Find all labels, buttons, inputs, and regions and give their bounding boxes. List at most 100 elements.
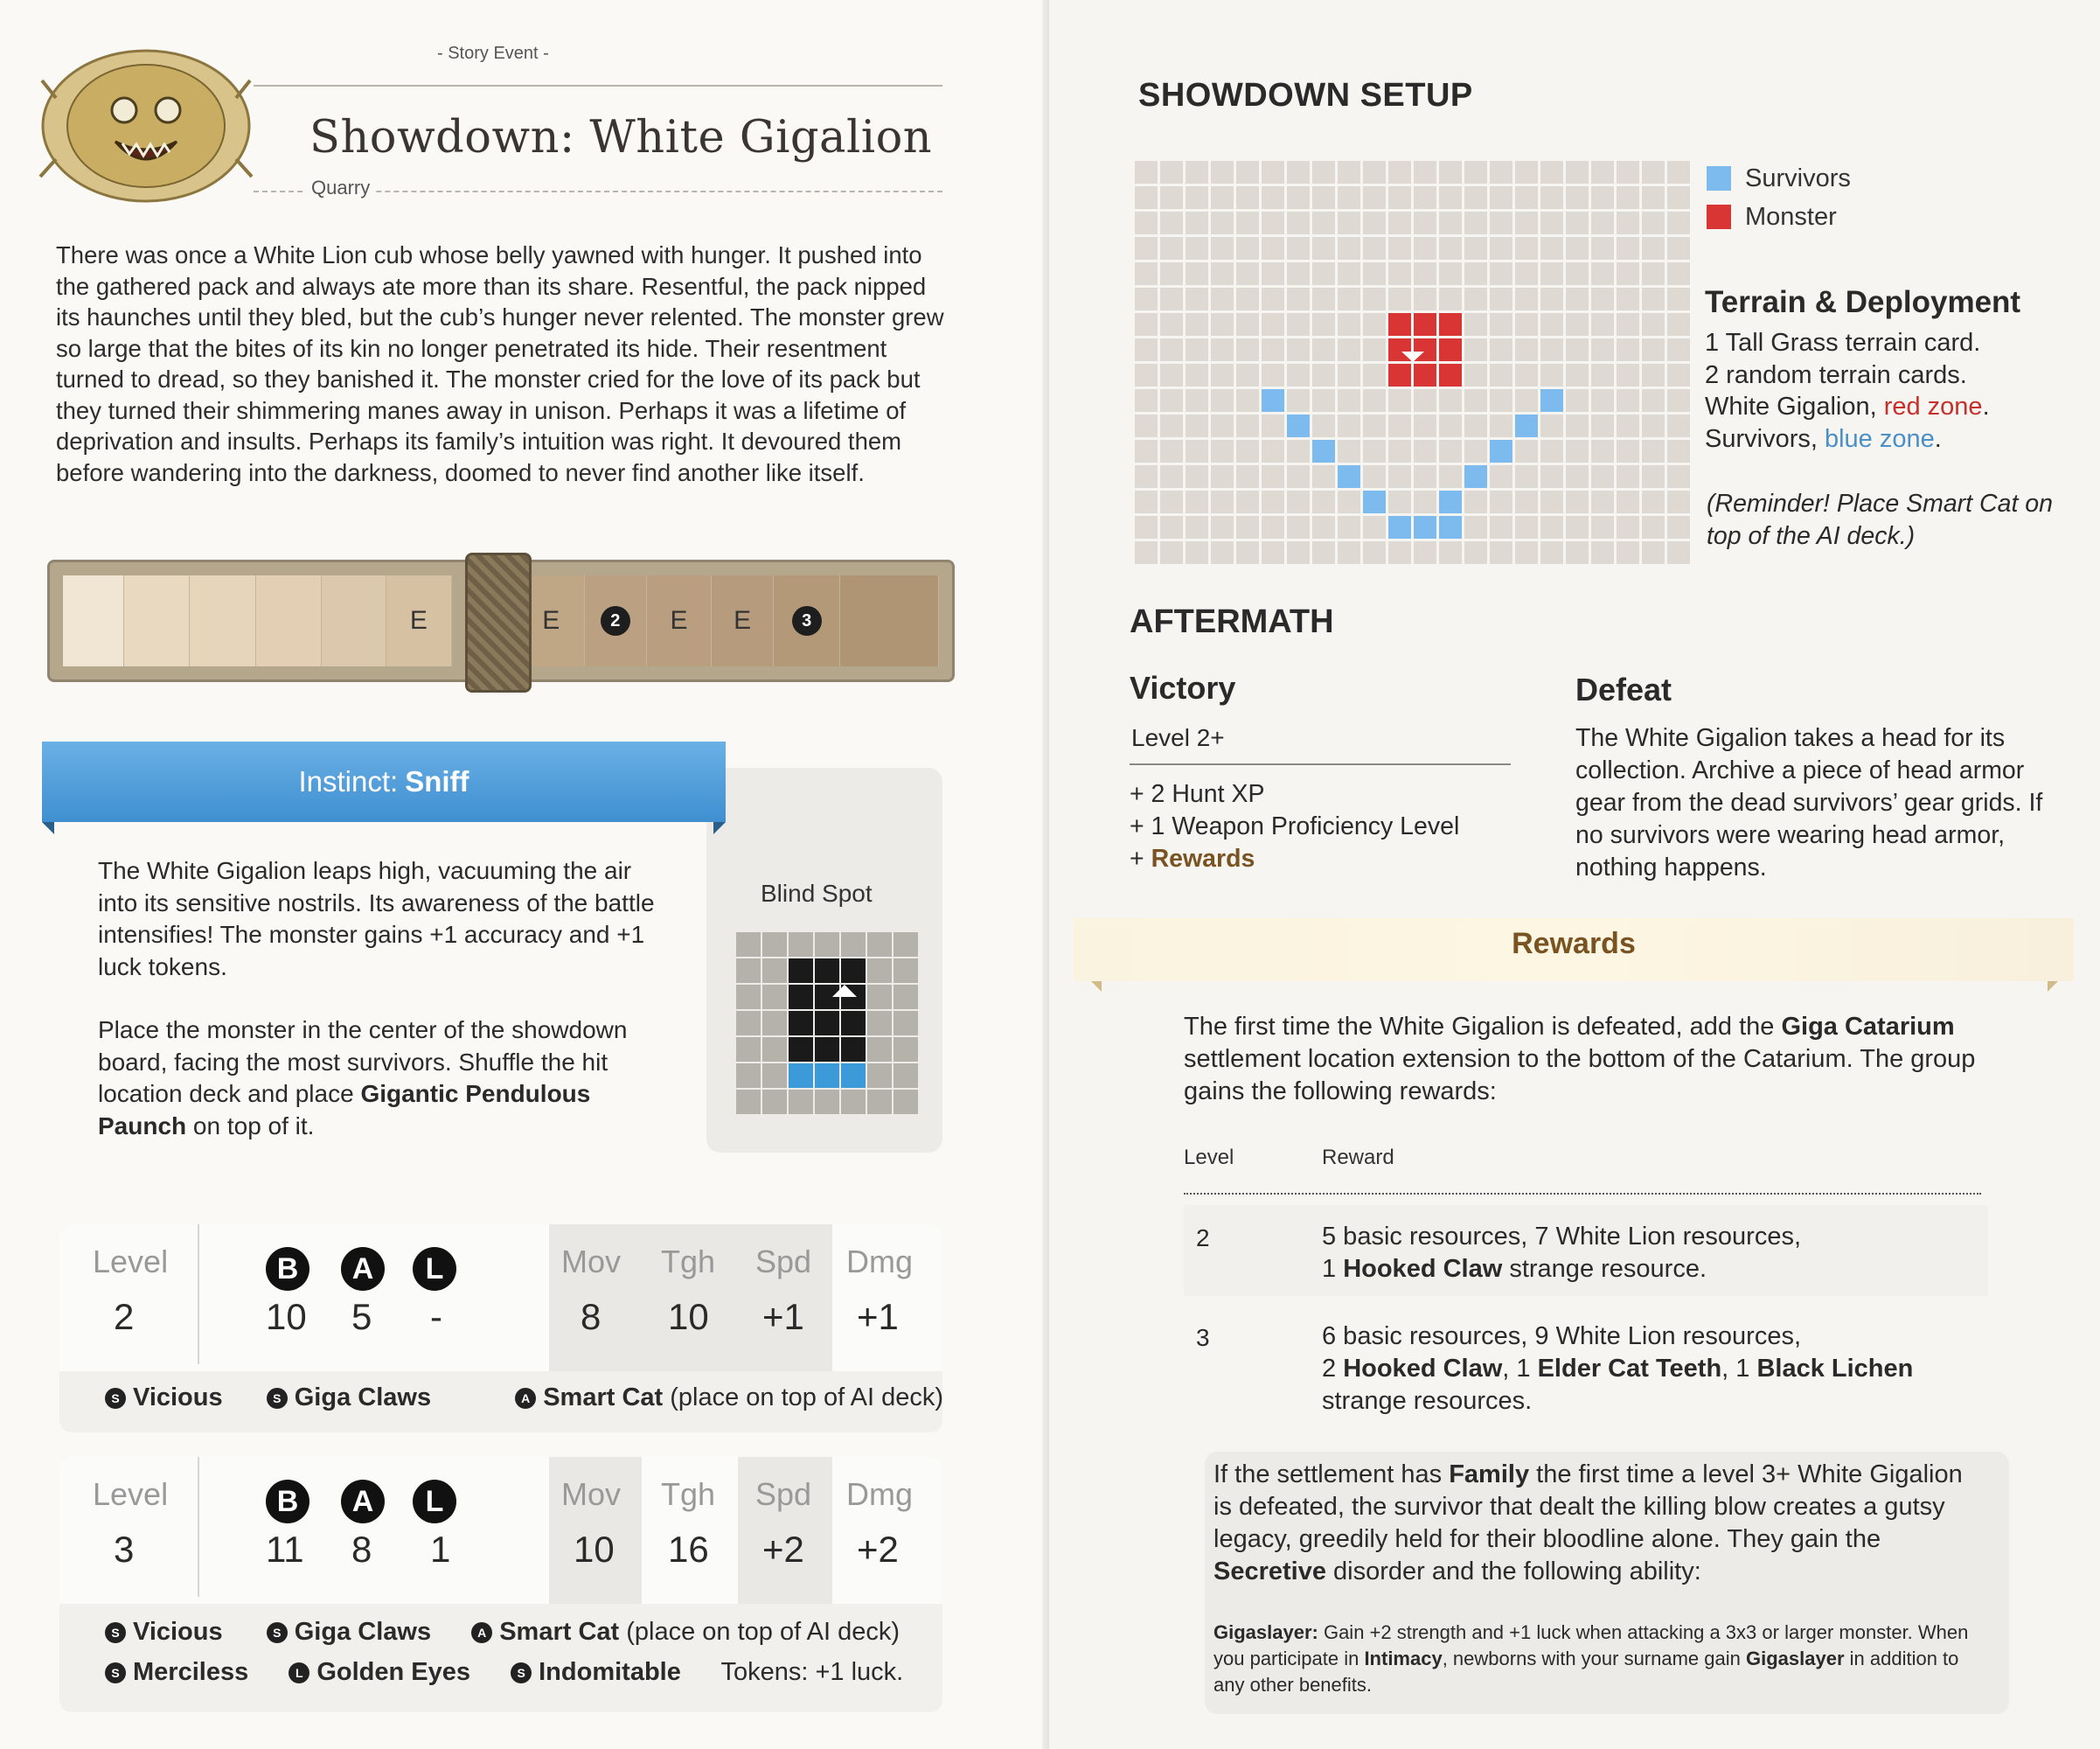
grid-cell — [867, 985, 892, 1009]
board-cell — [1540, 313, 1563, 336]
board-cell — [1642, 262, 1665, 285]
hunt-space — [839, 575, 939, 666]
trait-smart-cat-note: (place on top of AI deck) — [663, 1383, 944, 1411]
spd-value: +2 — [762, 1529, 804, 1570]
board-cell — [1515, 516, 1538, 539]
board-cell — [1363, 440, 1386, 463]
board-cell — [1439, 440, 1462, 463]
trait-l-icon: L — [289, 1662, 310, 1683]
board-cell — [1312, 491, 1335, 513]
board-cell — [1236, 186, 1259, 209]
table-header-level: Level — [1184, 1146, 1234, 1169]
board-cell — [1490, 288, 1512, 310]
board-cell — [1490, 364, 1512, 387]
page-title: Showdown: White Gigalion — [309, 112, 933, 164]
legend-survivors-label: Survivors — [1745, 164, 1851, 192]
l-icon: L — [413, 1247, 456, 1291]
board-cell — [1363, 541, 1386, 564]
board-cell — [1490, 186, 1512, 209]
instinct-section: Instinct: Sniff The White Gigalion leaps… — [42, 742, 942, 1153]
blind-spot-cell — [789, 1063, 813, 1088]
terrain-line-2: 2 random terrain cards. — [1705, 360, 1967, 389]
level-3-traits-row-1: S Vicious S Giga Claws A Smart Cat (place o… — [105, 1618, 900, 1647]
reward-level: 2 — [1196, 1224, 1210, 1251]
board-cell — [1439, 389, 1462, 412]
board-cell — [1566, 465, 1589, 488]
board-cell — [1439, 288, 1462, 310]
spd-value: +1 — [762, 1296, 804, 1337]
board-cell — [1211, 415, 1234, 437]
board-cell — [1135, 541, 1158, 564]
board-cell — [1338, 288, 1360, 310]
trait-a-icon: A — [471, 1622, 493, 1643]
board-cell — [1262, 313, 1284, 336]
board-cell — [1160, 288, 1183, 310]
board-cell — [1667, 415, 1690, 437]
trait-vicious: Vicious — [133, 1618, 223, 1646]
board-cell — [1312, 338, 1335, 361]
board-cell — [1464, 389, 1487, 412]
board-cell — [1566, 212, 1589, 234]
board-cell — [1262, 516, 1284, 539]
banner-tail-left — [42, 822, 54, 834]
right-page: SHOWDOWN SETUP Survivors Monster Terrain… — [1049, 0, 2100, 1749]
board-cell — [1186, 262, 1208, 285]
board-cell — [1160, 389, 1183, 412]
board-cell — [1464, 415, 1487, 437]
monster-swatch — [1707, 205, 1731, 229]
board-cell — [1617, 262, 1639, 285]
board-cell — [1186, 389, 1208, 412]
board-cell — [1540, 541, 1563, 564]
survivor-zone-cell — [1312, 440, 1335, 463]
board-cell — [1515, 313, 1538, 336]
board-cell — [1262, 440, 1284, 463]
grid-cell — [762, 932, 787, 957]
board-cell — [1135, 465, 1158, 488]
board-cell — [1540, 262, 1563, 285]
board-cell — [1262, 262, 1284, 285]
board-cell — [1566, 440, 1589, 463]
board-cell — [1439, 262, 1462, 285]
board-cell — [1667, 313, 1690, 336]
survivor-zone-cell — [1363, 491, 1386, 513]
board-cell — [1186, 516, 1208, 539]
board-cell — [1617, 415, 1639, 437]
board-cell — [1414, 161, 1436, 184]
board-cell — [1363, 338, 1386, 361]
grid-cell — [867, 1063, 892, 1088]
board-cell — [1515, 288, 1538, 310]
monster-base-cell — [841, 1037, 866, 1062]
board-cell — [1388, 262, 1411, 285]
tgh-value: 16 — [668, 1529, 709, 1570]
board-cell — [1617, 364, 1639, 387]
hunt-space: E — [647, 575, 712, 666]
grid-cell — [736, 1037, 761, 1062]
board-cell — [1186, 161, 1208, 184]
monster-zone-cell — [1388, 364, 1411, 387]
board-cell — [1186, 541, 1208, 564]
board-cell — [1667, 161, 1690, 184]
board-cell — [1414, 465, 1436, 488]
board-cell — [1312, 516, 1335, 539]
board-cell — [1287, 364, 1310, 387]
level-value: 3 — [114, 1529, 135, 1570]
hunt-space: E — [711, 575, 775, 666]
board-cell — [1287, 389, 1310, 412]
board-cell — [1236, 491, 1259, 513]
instinct-banner: Instinct: Sniff — [42, 742, 726, 822]
b-icon: B — [266, 1247, 309, 1291]
trait-s-icon: S — [105, 1622, 126, 1643]
rewards-link[interactable]: Rewards — [1151, 845, 1255, 873]
board-cell — [1667, 389, 1690, 412]
gigaslayer-ability: Gigaslayer: Gain +2 strength and +1 luck… — [1213, 1621, 1969, 1696]
board-cell — [1211, 313, 1234, 336]
grid-cell — [867, 1037, 892, 1062]
board-cell — [1186, 288, 1208, 310]
hunt-space: E — [386, 575, 453, 666]
board-cell — [1211, 491, 1234, 513]
board-cell — [1186, 313, 1208, 336]
board-cell — [1667, 237, 1690, 260]
board-cell — [1363, 212, 1386, 234]
grid-cell — [867, 1090, 892, 1114]
legend-survivors: Survivors — [1707, 159, 1851, 198]
